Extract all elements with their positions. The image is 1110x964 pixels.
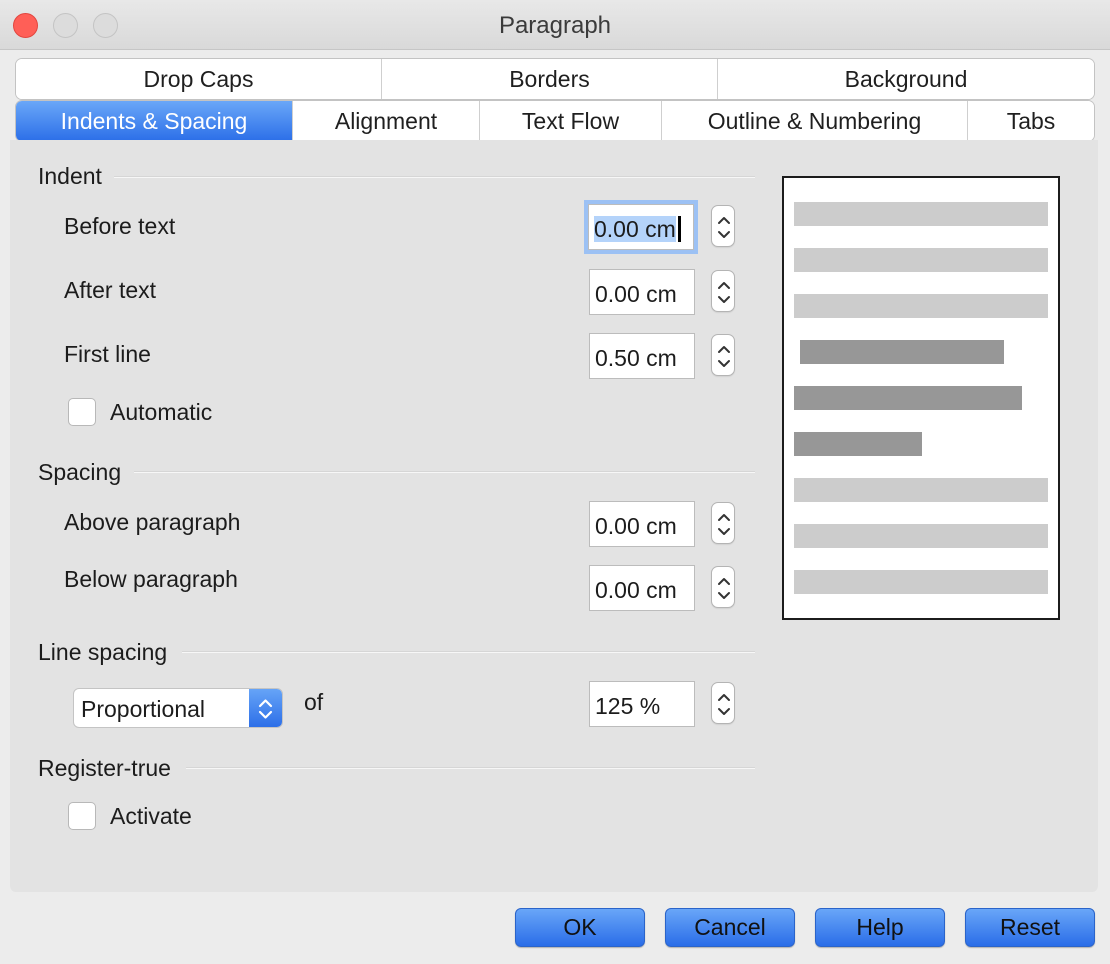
above-paragraph-stepper[interactable] <box>711 502 735 544</box>
activate-label: Activate <box>110 803 192 829</box>
ok-button[interactable]: OK <box>515 908 645 947</box>
tab-indents-spacing[interactable]: Indents & Spacing <box>16 101 293 141</box>
preview-line <box>794 524 1048 548</box>
below-paragraph-field[interactable]: 0.00 cm <box>589 565 695 611</box>
help-button[interactable]: Help <box>815 908 945 947</box>
line-spacing-select[interactable]: Proportional <box>73 688 283 728</box>
tab-drop-caps[interactable]: Drop Caps <box>16 59 382 99</box>
preview-line-current <box>800 340 1004 364</box>
stepper-arrows-icon <box>718 694 730 715</box>
before-text-field[interactable]: 0.00 cm <box>584 200 698 254</box>
register-true-section-title: Register-true <box>38 755 171 781</box>
stepper-arrows-icon <box>718 514 730 535</box>
text-caret <box>677 216 681 242</box>
paragraph-preview <box>782 176 1060 620</box>
first-line-label: First line <box>64 341 151 367</box>
tab-row-bottom: Indents & Spacing Alignment Text Flow Ou… <box>15 100 1095 142</box>
indent-divider <box>114 176 755 178</box>
tab-borders[interactable]: Borders <box>382 59 718 99</box>
below-paragraph-stepper[interactable] <box>711 566 735 608</box>
preview-line <box>794 570 1048 594</box>
line-spacing-divider <box>182 651 755 653</box>
preview-line-current <box>794 432 922 456</box>
paragraph-dialog: Paragraph Drop Caps Borders Background I… <box>0 0 1110 964</box>
register-true-divider <box>186 767 755 769</box>
title-bar: Paragraph <box>0 0 1110 50</box>
before-text-value: 0.00 cm <box>594 216 676 242</box>
reset-button[interactable]: Reset <box>965 908 1095 947</box>
after-text-field[interactable]: 0.00 cm <box>589 269 695 315</box>
preview-line <box>794 478 1048 502</box>
line-spacing-section-title: Line spacing <box>38 639 168 665</box>
window-title: Paragraph <box>498 12 612 39</box>
first-line-stepper[interactable] <box>711 334 735 376</box>
tab-alignment[interactable]: Alignment <box>293 101 480 141</box>
tab-outline-numbering[interactable]: Outline & Numbering <box>662 101 968 141</box>
select-arrows-icon <box>249 689 282 727</box>
preview-line <box>794 202 1048 226</box>
activate-checkbox[interactable] <box>68 802 96 830</box>
after-text-label: After text <box>64 277 157 303</box>
above-paragraph-value: 0.00 cm <box>595 513 677 539</box>
above-paragraph-field[interactable]: 0.00 cm <box>589 501 695 547</box>
of-label: of <box>304 689 324 715</box>
tab-background[interactable]: Background <box>718 59 1094 99</box>
before-text-label: Before text <box>64 213 176 239</box>
below-paragraph-value: 0.00 cm <box>595 577 677 603</box>
stepper-arrows-icon <box>718 217 730 238</box>
preview-line <box>794 294 1048 318</box>
tab-row-top: Drop Caps Borders Background <box>15 58 1095 100</box>
line-spacing-stepper[interactable] <box>711 682 735 724</box>
stepper-arrows-icon <box>718 282 730 303</box>
cancel-button[interactable]: Cancel <box>665 908 795 947</box>
stepper-arrows-icon <box>718 578 730 599</box>
spacing-divider <box>134 471 755 473</box>
after-text-value: 0.00 cm <box>595 281 677 307</box>
spacing-section-title: Spacing <box>38 459 122 485</box>
preview-line <box>794 248 1048 272</box>
first-line-field[interactable]: 0.50 cm <box>589 333 695 379</box>
line-spacing-mode: Proportional <box>81 696 206 722</box>
automatic-checkbox[interactable] <box>68 398 96 426</box>
tab-tabs[interactable]: Tabs <box>968 101 1094 141</box>
before-text-stepper[interactable] <box>711 205 735 247</box>
above-paragraph-label: Above paragraph <box>64 509 241 535</box>
indent-section-title: Indent <box>38 163 102 189</box>
below-paragraph-label: Below paragraph <box>64 566 238 592</box>
automatic-label: Automatic <box>110 399 213 425</box>
line-spacing-value-field[interactable]: 125 % <box>589 681 695 727</box>
tab-text-flow[interactable]: Text Flow <box>480 101 662 141</box>
line-spacing-value: 125 % <box>595 693 661 719</box>
preview-line-current <box>794 386 1022 410</box>
after-text-stepper[interactable] <box>711 270 735 312</box>
stepper-arrows-icon <box>718 346 730 367</box>
first-line-value: 0.50 cm <box>595 345 677 371</box>
